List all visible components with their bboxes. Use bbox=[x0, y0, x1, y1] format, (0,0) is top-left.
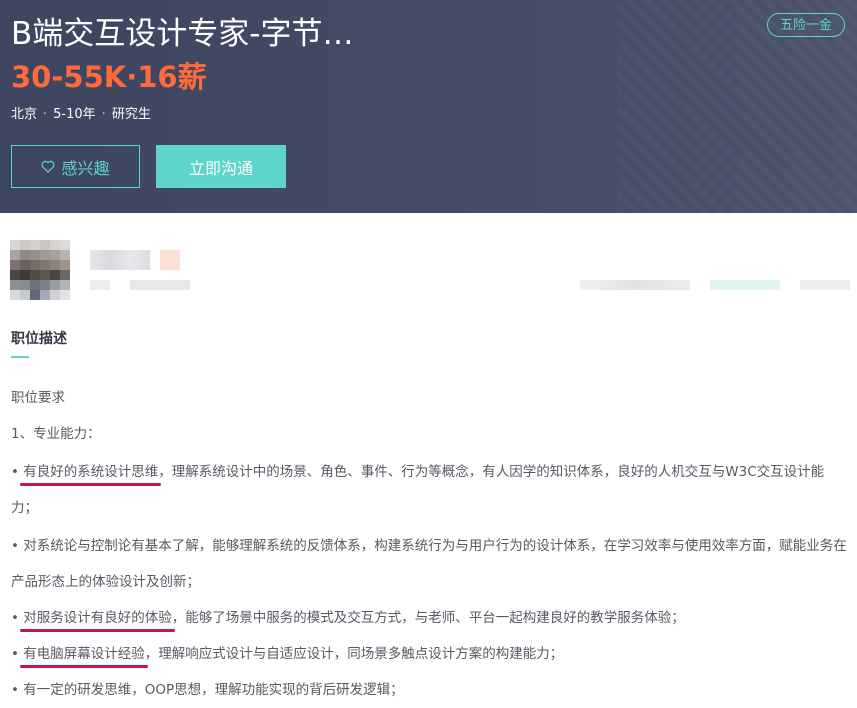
requirement-item: • 对服务设计有良好的体验，能够了场景中服务的模式及交互方式，与老师、平台一起构… bbox=[11, 610, 685, 626]
job-meta: 北京 · 5-10年 · 研究生 bbox=[11, 107, 151, 122]
benefit-badge: 五险一金 bbox=[767, 13, 845, 37]
interest-button-label: 感兴趣 bbox=[61, 158, 110, 178]
recruiter-time-blur bbox=[800, 280, 850, 290]
recruiter-name-blur bbox=[90, 250, 150, 270]
job-location: 北京 bbox=[11, 107, 38, 122]
recruiter-status-blur bbox=[710, 280, 780, 290]
recruiter-title-blur-2 bbox=[130, 280, 190, 290]
recruiter-company-blur bbox=[580, 280, 690, 290]
job-description: 职位要求 1、专业能力： • 有良好的系统设计思维，理解系统设计中的场景、角色、… bbox=[11, 380, 847, 708]
highlight-text: 对服务设计有良好的体验 bbox=[23, 610, 172, 626]
highlight-text: 有良好的系统设计思维 bbox=[23, 464, 159, 480]
requirement-item: • 对系统论与控制论有基本了解，能够理解系统的反馈体系，构建系统行为与用户行为的… bbox=[11, 538, 847, 590]
recruiter-title-blur-1 bbox=[90, 280, 110, 290]
job-title: B端交互设计专家-字节… bbox=[11, 16, 354, 52]
heart-outline-icon bbox=[41, 160, 55, 173]
recruiter-tag-blur bbox=[160, 250, 180, 270]
highlight-text: 有电脑屏幕设计经验 bbox=[23, 646, 145, 662]
description-heading: 职位要求 bbox=[11, 390, 65, 406]
recruiter-avatar bbox=[10, 240, 70, 300]
requirement-item: • 有电脑屏幕设计经验，理解响应式设计与自适应设计，同场景多触点设计方案的构建能… bbox=[11, 646, 564, 662]
section-title: 职位描述 bbox=[11, 331, 67, 347]
requirement-item: • 有良好的系统设计思维，理解系统设计中的场景、角色、事件、行为等概念，有人因学… bbox=[11, 464, 825, 516]
description-subheading: 1、专业能力： bbox=[11, 426, 101, 442]
section-title-underline bbox=[11, 356, 29, 358]
chat-now-button[interactable]: 立即沟通 bbox=[156, 145, 286, 188]
job-header: B端交互设计专家-字节… 五险一金 30-55K·16薪 北京 · 5-10年 · 研究… bbox=[0, 0, 857, 213]
job-experience: 5-10年 bbox=[53, 107, 96, 122]
job-education: 研究生 bbox=[111, 107, 151, 122]
requirement-item: • 有一定的研发思维，OOP思想，理解功能实现的背后研发逻辑； bbox=[11, 682, 404, 698]
interest-button[interactable]: 感兴趣 bbox=[11, 145, 140, 188]
salary: 30-55K·16薪 bbox=[11, 60, 207, 94]
